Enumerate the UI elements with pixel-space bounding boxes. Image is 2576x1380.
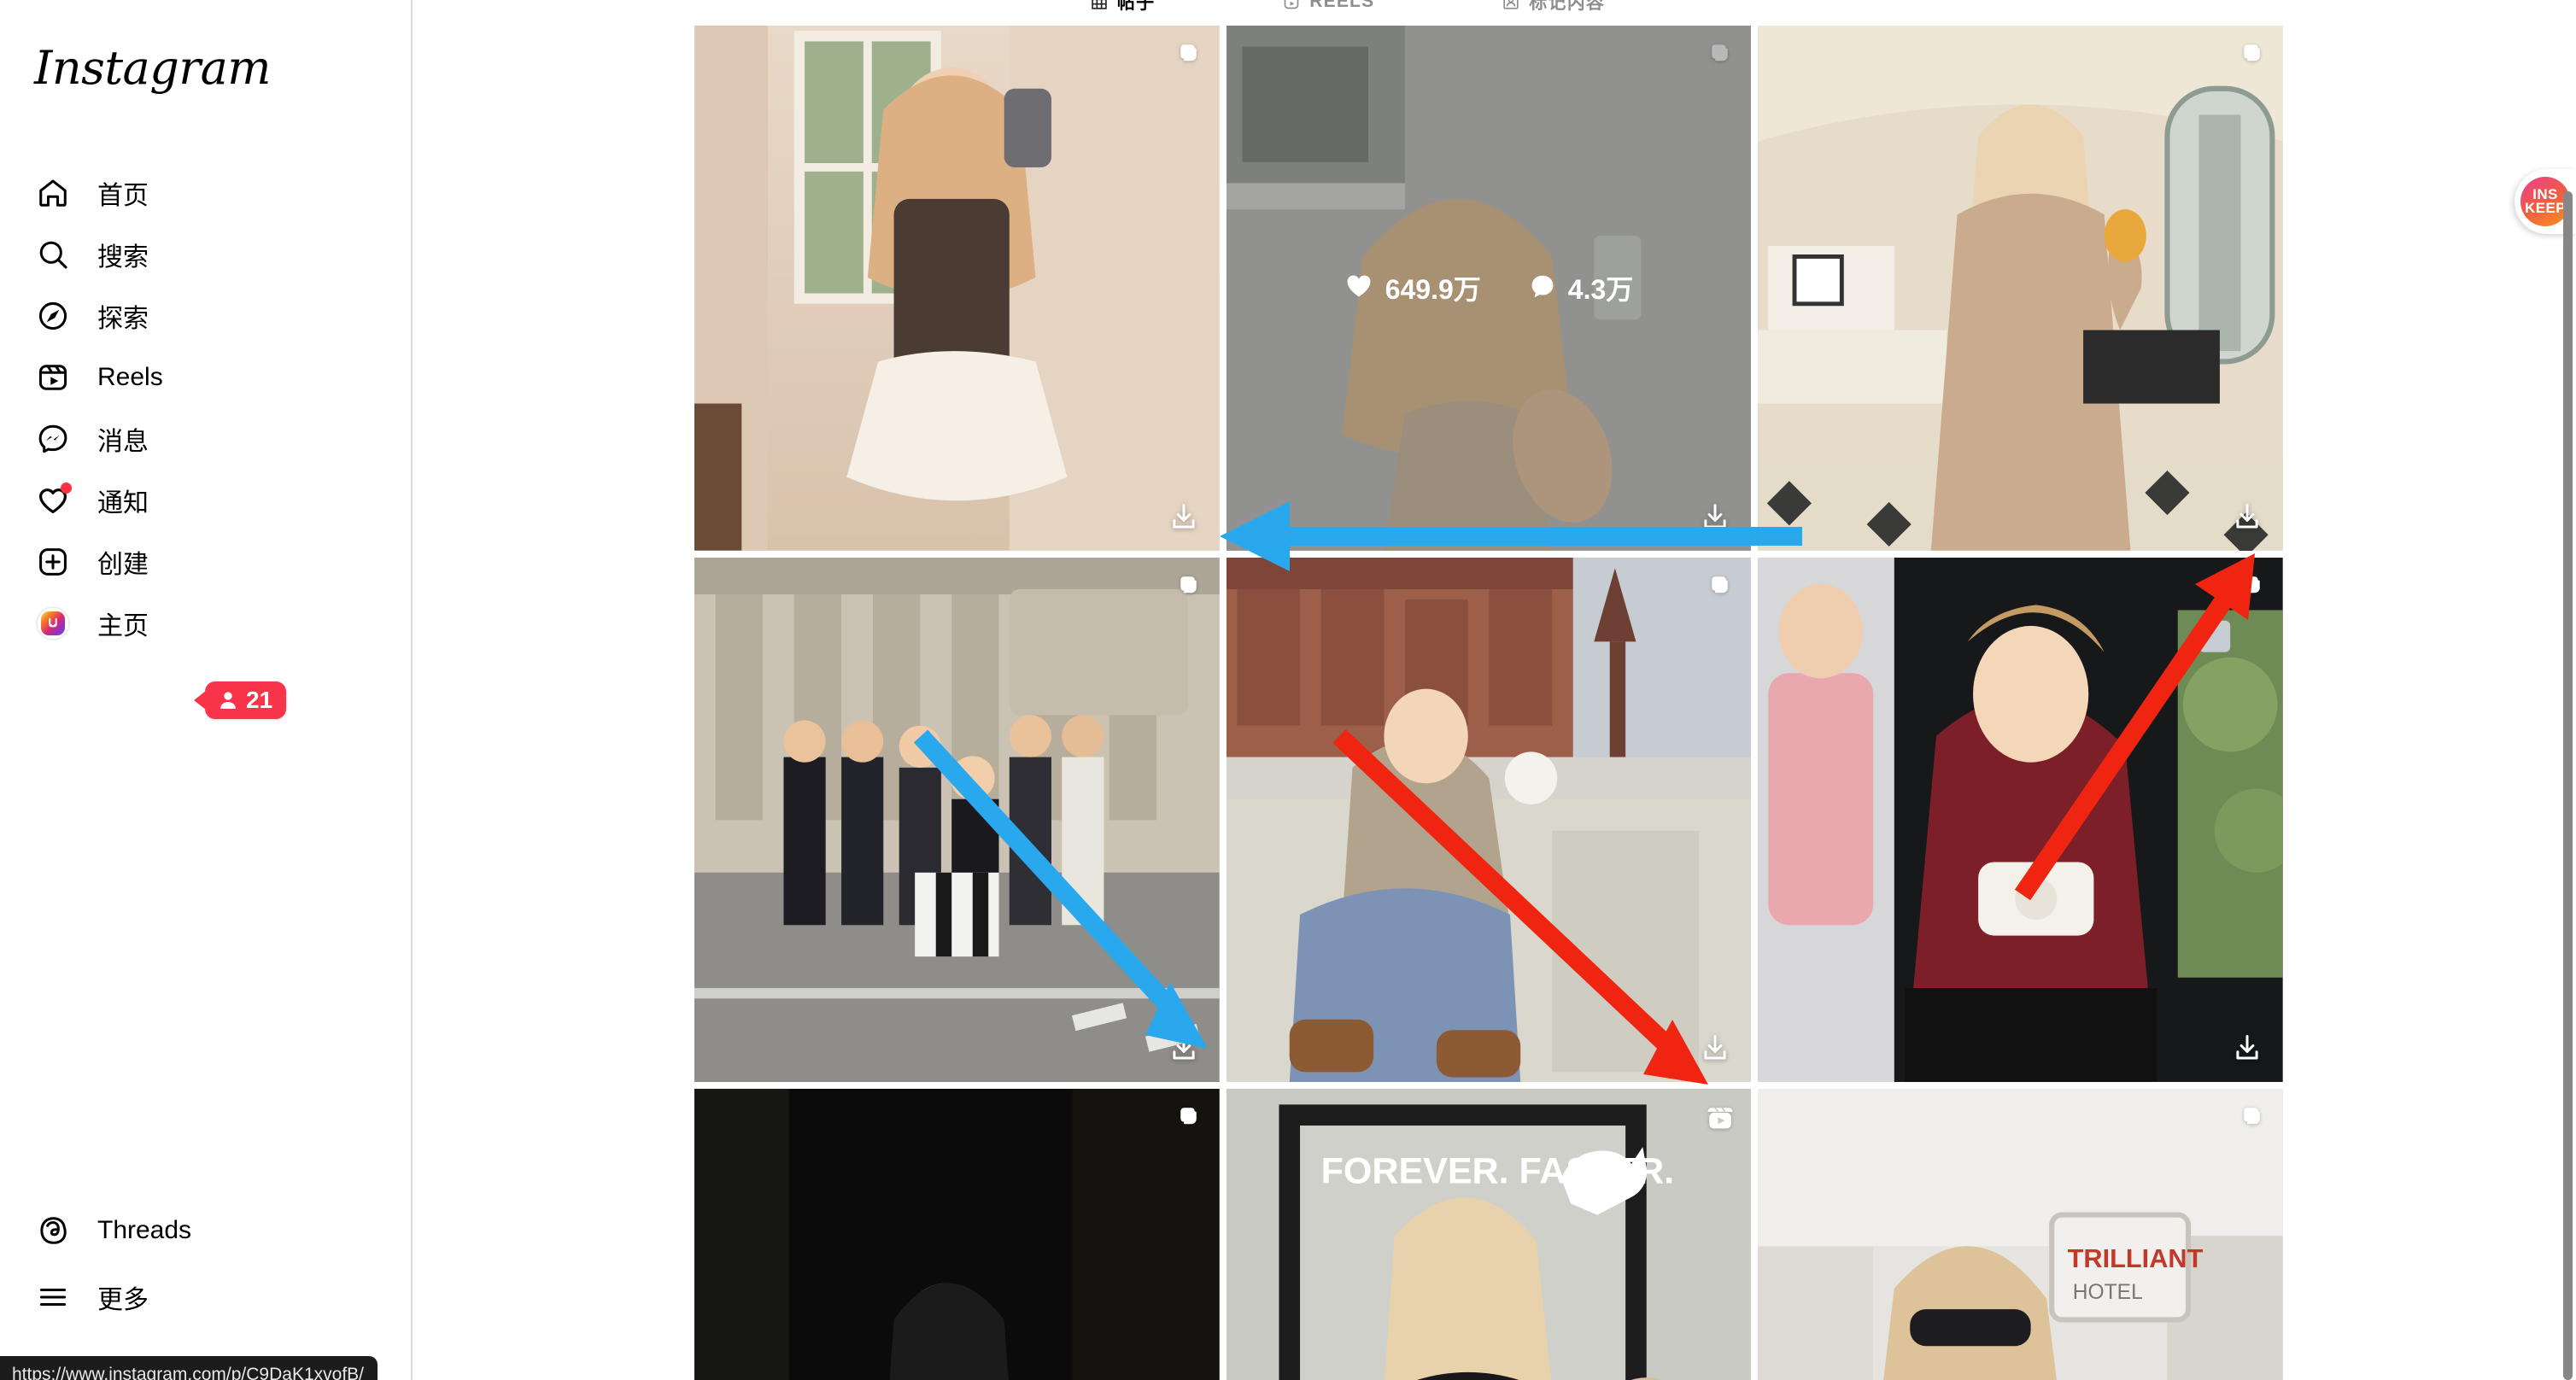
download-icon[interactable] bbox=[2228, 498, 2266, 535]
like-count: 649.9万 bbox=[1385, 274, 1481, 306]
sidebar-item-home[interactable]: 首页 bbox=[0, 162, 413, 224]
notification-dot bbox=[61, 482, 72, 494]
sidebar-label-messages: 消息 bbox=[97, 428, 149, 456]
threads-icon bbox=[31, 1208, 75, 1253]
svg-text:TRILLIANT: TRILLIANT bbox=[2068, 1243, 2204, 1273]
sidebar-label-home: 首页 bbox=[97, 182, 149, 210]
download-icon[interactable] bbox=[1165, 1029, 1203, 1067]
grid-post-1[interactable] bbox=[694, 26, 1220, 551]
grid-post-7[interactable] bbox=[694, 1089, 1220, 1380]
heart-icon bbox=[31, 478, 75, 523]
status-url-bar: https://www.instagram.com/p/C9DaK1xvofB/ bbox=[0, 1356, 378, 1380]
sidebar-label-create: 创建 bbox=[97, 551, 149, 579]
post-thumbnail bbox=[694, 1089, 1220, 1380]
home-icon bbox=[31, 171, 75, 215]
post-thumbnail bbox=[1758, 26, 2283, 551]
sidebar-label-more: 更多 bbox=[97, 1286, 149, 1314]
left-sidebar: Instagram 首页 搜索 探索 Reels 消息 通知 创建 主页 21 … bbox=[0, 0, 413, 1380]
sidebar-item-explore[interactable]: 探索 bbox=[0, 285, 413, 347]
sidebar-item-search[interactable]: 搜索 bbox=[0, 224, 413, 285]
reels-icon bbox=[31, 355, 75, 400]
comment-count: 4.3万 bbox=[1567, 274, 1634, 306]
comment-stat: 4.3万 bbox=[1529, 268, 1634, 307]
tagged-icon bbox=[1502, 0, 1519, 10]
post-thumbnail bbox=[1226, 557, 1752, 1083]
profile-content: 帖子 REELS 标记内容 649.9万 4.3万 FOREVER. FASTE… bbox=[413, 0, 2576, 1380]
download-icon[interactable] bbox=[1696, 1029, 1734, 1067]
notification-count-badge[interactable]: 21 bbox=[205, 681, 287, 719]
messenger-icon bbox=[31, 417, 75, 461]
grid-post-4[interactable] bbox=[694, 557, 1220, 1083]
reels-icon bbox=[1283, 0, 1300, 10]
grid-post-6[interactable] bbox=[1758, 557, 2283, 1083]
instagram-wordmark[interactable]: Instagram bbox=[34, 41, 272, 95]
sidebar-item-reels[interactable]: Reels bbox=[0, 347, 413, 408]
sidebar-label-notifications: 通知 bbox=[97, 489, 149, 518]
grid-post-2[interactable]: 649.9万 4.3万 bbox=[1226, 26, 1752, 551]
grid-post-9[interactable]: TRILLIANT HOTEL bbox=[1758, 1089, 2283, 1380]
compass-icon bbox=[31, 294, 75, 338]
tab-label-tagged: 标记内容 bbox=[1529, 0, 1606, 13]
post-thumbnail bbox=[694, 26, 1220, 551]
post-grid: 649.9万 4.3万 FOREVER. FASTER. TRILLIANT H… bbox=[694, 26, 2283, 1380]
download-icon[interactable] bbox=[1696, 498, 1734, 535]
tab-tagged[interactable]: 标记内容 bbox=[1502, 0, 1605, 22]
page-scrollbar-thumb[interactable] bbox=[2563, 191, 2573, 1380]
svg-text:HOTEL: HOTEL bbox=[2073, 1281, 2143, 1304]
post-thumbnail: FOREVER. FASTER. PUMA X ROSÉ bbox=[1226, 1089, 1752, 1380]
profile-tabs: 帖子 REELS 标记内容 bbox=[413, 0, 2283, 22]
sidebar-item-create[interactable]: 创建 bbox=[0, 531, 413, 593]
sidebar-item-notifications[interactable]: 通知 bbox=[0, 470, 413, 531]
tab-label-posts: 帖子 bbox=[1116, 0, 1156, 13]
ins-keep-line2: KEEP bbox=[2525, 200, 2566, 216]
grid-icon bbox=[1091, 0, 1108, 10]
search-icon bbox=[31, 232, 75, 277]
notification-count: 21 bbox=[246, 687, 273, 713]
sidebar-item-threads[interactable]: Threads bbox=[0, 1197, 413, 1264]
sidebar-label-profile: 主页 bbox=[97, 612, 149, 640]
grid-post-8[interactable]: FOREVER. FASTER. PUMA X ROSÉ bbox=[1226, 1089, 1752, 1380]
download-icon[interactable] bbox=[1165, 498, 1203, 535]
secondary-nav: Threads 更多 bbox=[0, 1197, 413, 1330]
primary-nav: 首页 搜索 探索 Reels 消息 通知 创建 主页 bbox=[0, 162, 413, 654]
grid-post-5[interactable] bbox=[1226, 557, 1752, 1083]
page-scrollbar-track[interactable] bbox=[2561, 0, 2576, 1380]
sidebar-item-profile[interactable]: 主页 bbox=[0, 593, 413, 654]
sidebar-item-more[interactable]: 更多 bbox=[0, 1264, 413, 1330]
tab-label-reels: REELS bbox=[1309, 0, 1375, 11]
sidebar-label-search: 搜索 bbox=[97, 243, 149, 272]
heart-filled-icon bbox=[1344, 272, 1373, 305]
hamburger-icon bbox=[31, 1275, 75, 1319]
post-thumbnail bbox=[1758, 557, 2283, 1083]
tab-reels[interactable]: REELS bbox=[1283, 0, 1374, 22]
profile-avatar-icon bbox=[31, 601, 75, 646]
post-hover-stats: 649.9万 4.3万 bbox=[1226, 26, 1752, 551]
download-icon[interactable] bbox=[2228, 1029, 2266, 1067]
comment-filled-icon bbox=[1529, 272, 1556, 304]
sidebar-label-explore: 探索 bbox=[97, 305, 149, 333]
sidebar-label-reels: Reels bbox=[97, 363, 163, 391]
instagram-profile-page: Instagram 首页 搜索 探索 Reels 消息 通知 创建 主页 21 … bbox=[0, 0, 2576, 1380]
sidebar-label-threads: Threads bbox=[97, 1216, 192, 1244]
sidebar-item-messages[interactable]: 消息 bbox=[0, 408, 413, 470]
grid-post-3[interactable] bbox=[1758, 26, 2283, 551]
person-icon bbox=[217, 689, 239, 711]
tab-posts[interactable]: 帖子 bbox=[1091, 0, 1155, 22]
post-thumbnail bbox=[694, 557, 1220, 1083]
post-thumbnail: TRILLIANT HOTEL bbox=[1758, 1089, 2283, 1380]
like-stat: 649.9万 bbox=[1344, 268, 1481, 307]
plus-square-icon bbox=[31, 540, 75, 584]
